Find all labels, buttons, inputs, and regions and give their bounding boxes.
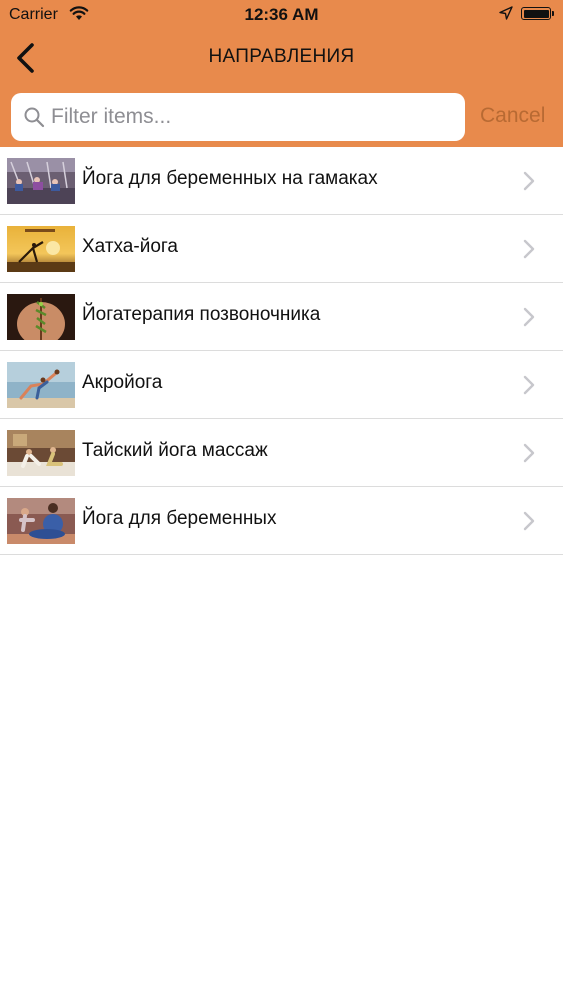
chevron-right-icon xyxy=(523,443,535,463)
list-item-label: Йога для беременных на гамаках xyxy=(82,168,378,189)
search-input[interactable] xyxy=(51,93,451,141)
list-item-label: Йога для беременных xyxy=(82,508,277,529)
chevron-right-icon xyxy=(523,511,535,531)
navigation-bar: НАПРАВЛЕНИЯ xyxy=(0,30,563,88)
list-item[interactable]: Йога для беременных xyxy=(0,487,563,555)
list-item-label: Йогатерапия позвоночника xyxy=(82,304,321,325)
thumbnail-image xyxy=(7,294,75,340)
list-item[interactable]: Йога для беременных на гамаках xyxy=(0,147,563,215)
list-item[interactable]: Йогатерапия позвоночника xyxy=(0,283,563,351)
list-item-label: Хатха-йога xyxy=(82,236,178,257)
thumbnail-image xyxy=(7,362,75,408)
chevron-right-icon xyxy=(523,375,535,395)
thumbnail-image xyxy=(7,430,75,476)
clock: 12:36 AM xyxy=(244,5,319,24)
list-item-label: Тайский йога массаж xyxy=(82,440,268,461)
location-arrow-icon xyxy=(499,6,513,20)
directions-list: Йога для беременных на гамаках Хатха-йог… xyxy=(0,147,563,555)
list-item[interactable]: Хатха-йога xyxy=(0,215,563,283)
chevron-right-icon xyxy=(523,171,535,191)
magnifier-icon xyxy=(24,107,45,128)
app-screen: Carrier 12:36 AM НАПРАВЛЕНИЯ Cancel xyxy=(0,0,563,1000)
list-item-label: Акройога xyxy=(82,372,163,393)
thumbnail-image xyxy=(7,498,75,544)
list-item[interactable]: Тайский йога массаж xyxy=(0,419,563,487)
cancel-button[interactable]: Cancel xyxy=(480,104,545,128)
status-bar: Carrier 12:36 AM xyxy=(0,0,563,30)
page-title: НАПРАВЛЕНИЯ xyxy=(208,46,355,67)
thumbnail-image xyxy=(7,226,75,272)
search-bar: Cancel xyxy=(0,88,563,147)
battery-icon xyxy=(521,7,554,20)
chevron-right-icon xyxy=(523,307,535,327)
thumbnail-image xyxy=(7,158,75,204)
search-field[interactable] xyxy=(11,93,465,141)
chevron-right-icon xyxy=(523,239,535,259)
list-item[interactable]: Акройога xyxy=(0,351,563,419)
